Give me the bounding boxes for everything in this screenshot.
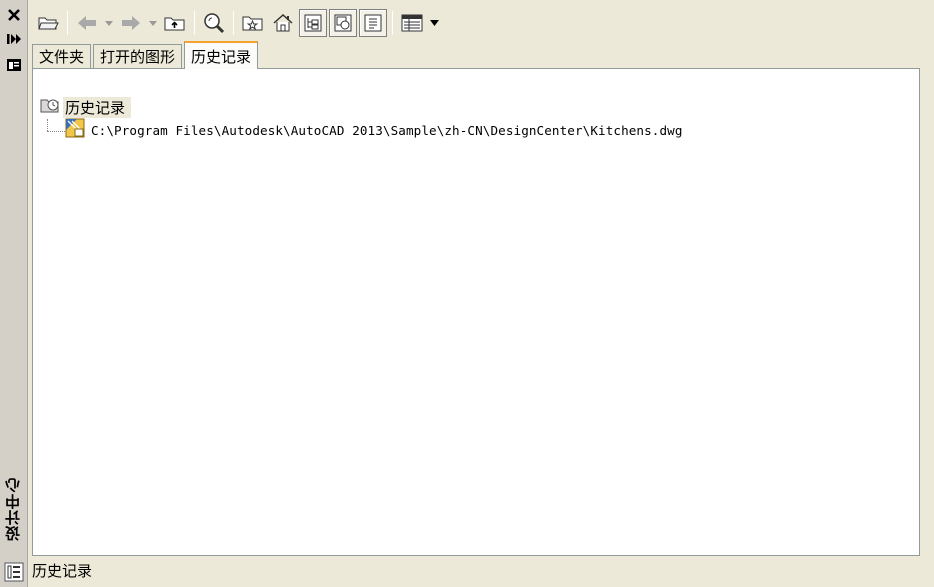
tab-label: 打开的图形 — [100, 48, 176, 66]
tab-label: 文件夹 — [39, 48, 85, 66]
back-icon[interactable] — [73, 9, 101, 37]
tree-view-toggle-icon[interactable] — [299, 9, 327, 37]
load-icon[interactable] — [34, 9, 62, 37]
views-icon[interactable] — [398, 9, 426, 37]
toolbar-separator — [194, 11, 195, 35]
description-icon[interactable] — [359, 9, 387, 37]
up-icon[interactable] — [161, 9, 189, 37]
home-icon[interactable] — [269, 9, 297, 37]
tab-open-drawings[interactable]: 打开的图形 — [93, 44, 183, 68]
tree-root-label: 历史记录 — [63, 96, 132, 118]
tab-history[interactable]: 历史记录 — [184, 41, 259, 69]
palette-title-bar: 设计中心 — [0, 0, 28, 587]
back-dropdown-icon[interactable] — [103, 9, 115, 37]
history-icon — [39, 96, 61, 118]
search-icon[interactable] — [200, 9, 228, 37]
toolbar-separator — [67, 11, 68, 35]
forward-dropdown-icon[interactable] — [147, 9, 159, 37]
tab-label: 历史记录 — [191, 47, 252, 66]
design-center-panel: 文件夹 打开的图形 历史记录 历史记录 C:\Program Files\Aut… — [28, 0, 934, 587]
tree-root-history[interactable]: 历史记录 — [39, 96, 132, 118]
toolbar-separator — [392, 11, 393, 35]
autohide-icon[interactable] — [3, 28, 25, 50]
status-text: 历史记录 — [32, 561, 93, 580]
favorites-icon[interactable] — [239, 9, 267, 37]
tree-connector — [47, 131, 65, 132]
forward-icon[interactable] — [117, 9, 145, 37]
history-item[interactable]: C:\Program Files\Autodesk\AutoCAD 2013\S… — [65, 118, 683, 142]
views-dropdown-icon[interactable] — [428, 9, 440, 37]
palette-title: 设计中心 — [4, 477, 22, 541]
status-bar: 历史记录 — [28, 558, 934, 582]
dwg-file-icon — [65, 118, 85, 142]
history-item-path: C:\Program Files\Autodesk\AutoCAD 2013\S… — [91, 122, 683, 138]
history-list-pane[interactable]: 历史记录 C:\Program Files\Autodesk\AutoCAD 2… — [32, 68, 920, 556]
properties-icon[interactable] — [3, 54, 25, 76]
tab-bar: 文件夹 打开的图形 历史记录 — [32, 40, 260, 69]
tree-connector — [47, 119, 48, 131]
toolbar-separator — [233, 11, 234, 35]
tab-folders[interactable]: 文件夹 — [32, 44, 92, 68]
toolbar — [34, 6, 914, 40]
palette-grip-icon[interactable] — [4, 562, 24, 582]
preview-icon[interactable] — [329, 9, 357, 37]
close-icon[interactable] — [3, 4, 25, 26]
